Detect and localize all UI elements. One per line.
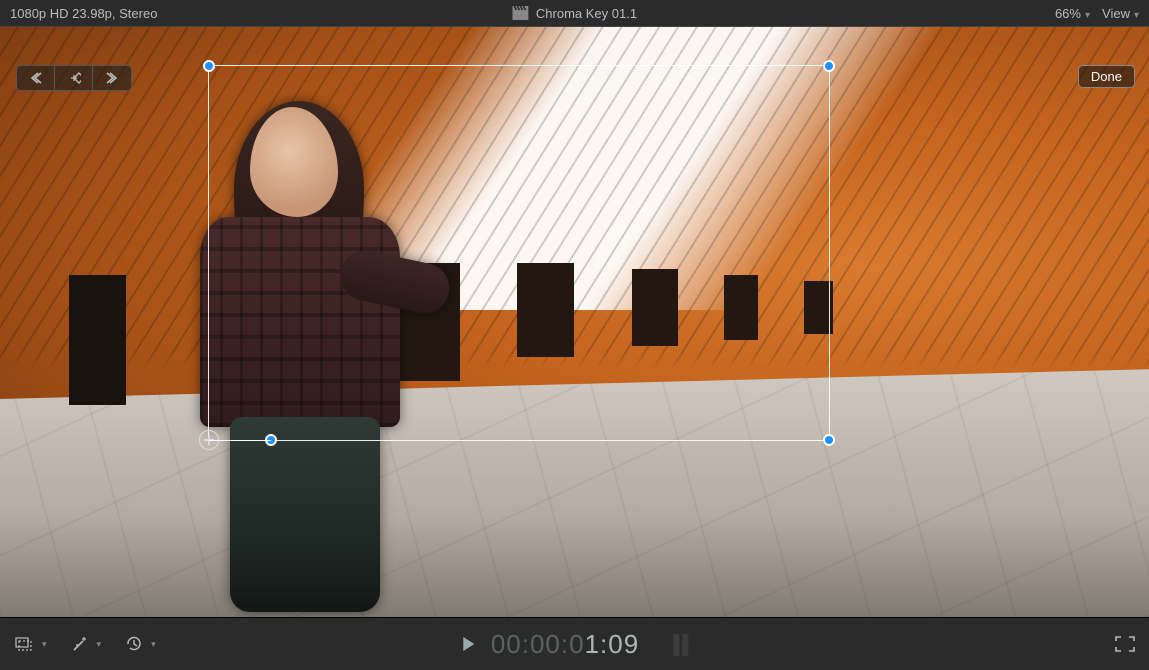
viewer-top-bar: 1080p HD 23.98p, Stereo Chroma Key 01.1 … [0, 0, 1149, 26]
tool-group: ▾ ▾ ▾ [14, 635, 156, 653]
playback-controls: 00:00:01:09 [461, 629, 688, 660]
chevron-down-icon: ▾ [1134, 10, 1139, 21]
chevron-down-icon: ▾ [1085, 10, 1090, 21]
retime-menu[interactable]: ▾ [125, 635, 156, 653]
view-menu[interactable]: View ▾ [1102, 6, 1139, 21]
done-button[interactable]: Done [1078, 65, 1135, 88]
chevron-down-icon: ▾ [151, 639, 156, 650]
enhance-menu[interactable]: ▾ [71, 635, 102, 653]
fullscreen-button[interactable] [1115, 636, 1135, 652]
enhance-tool-icon [71, 635, 89, 653]
viewer-bottom-bar: ▾ ▾ ▾ 00:00:01:09 [0, 618, 1149, 670]
timecode-leading: 00:00:0 [491, 629, 585, 659]
chevron-down-icon: ▾ [42, 639, 47, 650]
transform-handle-tr[interactable] [823, 60, 835, 72]
audio-meter [673, 632, 688, 656]
play-button[interactable] [461, 636, 475, 652]
timecode-active: 1:09 [585, 629, 640, 659]
clapperboard-icon [512, 6, 528, 20]
transform-handle-br[interactable] [823, 434, 835, 446]
retime-tool-icon [125, 635, 143, 653]
transform-handle-tl[interactable] [203, 60, 215, 72]
zoom-menu[interactable]: 66% ▾ [1055, 6, 1090, 21]
clip-name: Chroma Key 01.1 [536, 6, 637, 21]
viewer-canvas[interactable]: Done [0, 26, 1149, 618]
transform-handle-bl[interactable] [265, 434, 277, 446]
prev-keyframe-button[interactable] [17, 66, 55, 90]
add-keyframe-button[interactable] [55, 66, 93, 90]
keyframe-nav-group [16, 65, 132, 91]
next-keyframe-button[interactable] [93, 66, 131, 90]
zoom-level: 66% [1055, 6, 1081, 21]
crop-tool-icon [14, 636, 34, 652]
foreground-subject [160, 107, 450, 612]
chevron-down-icon: ▾ [97, 639, 102, 650]
timecode-display[interactable]: 00:00:01:09 [491, 629, 639, 660]
transform-crop-menu[interactable]: ▾ [14, 636, 47, 652]
format-info: 1080p HD 23.98p, Stereo [10, 6, 157, 21]
clip-title-group: Chroma Key 01.1 [512, 6, 637, 21]
view-label: View [1102, 6, 1130, 21]
transform-anchor-point[interactable] [199, 430, 219, 450]
